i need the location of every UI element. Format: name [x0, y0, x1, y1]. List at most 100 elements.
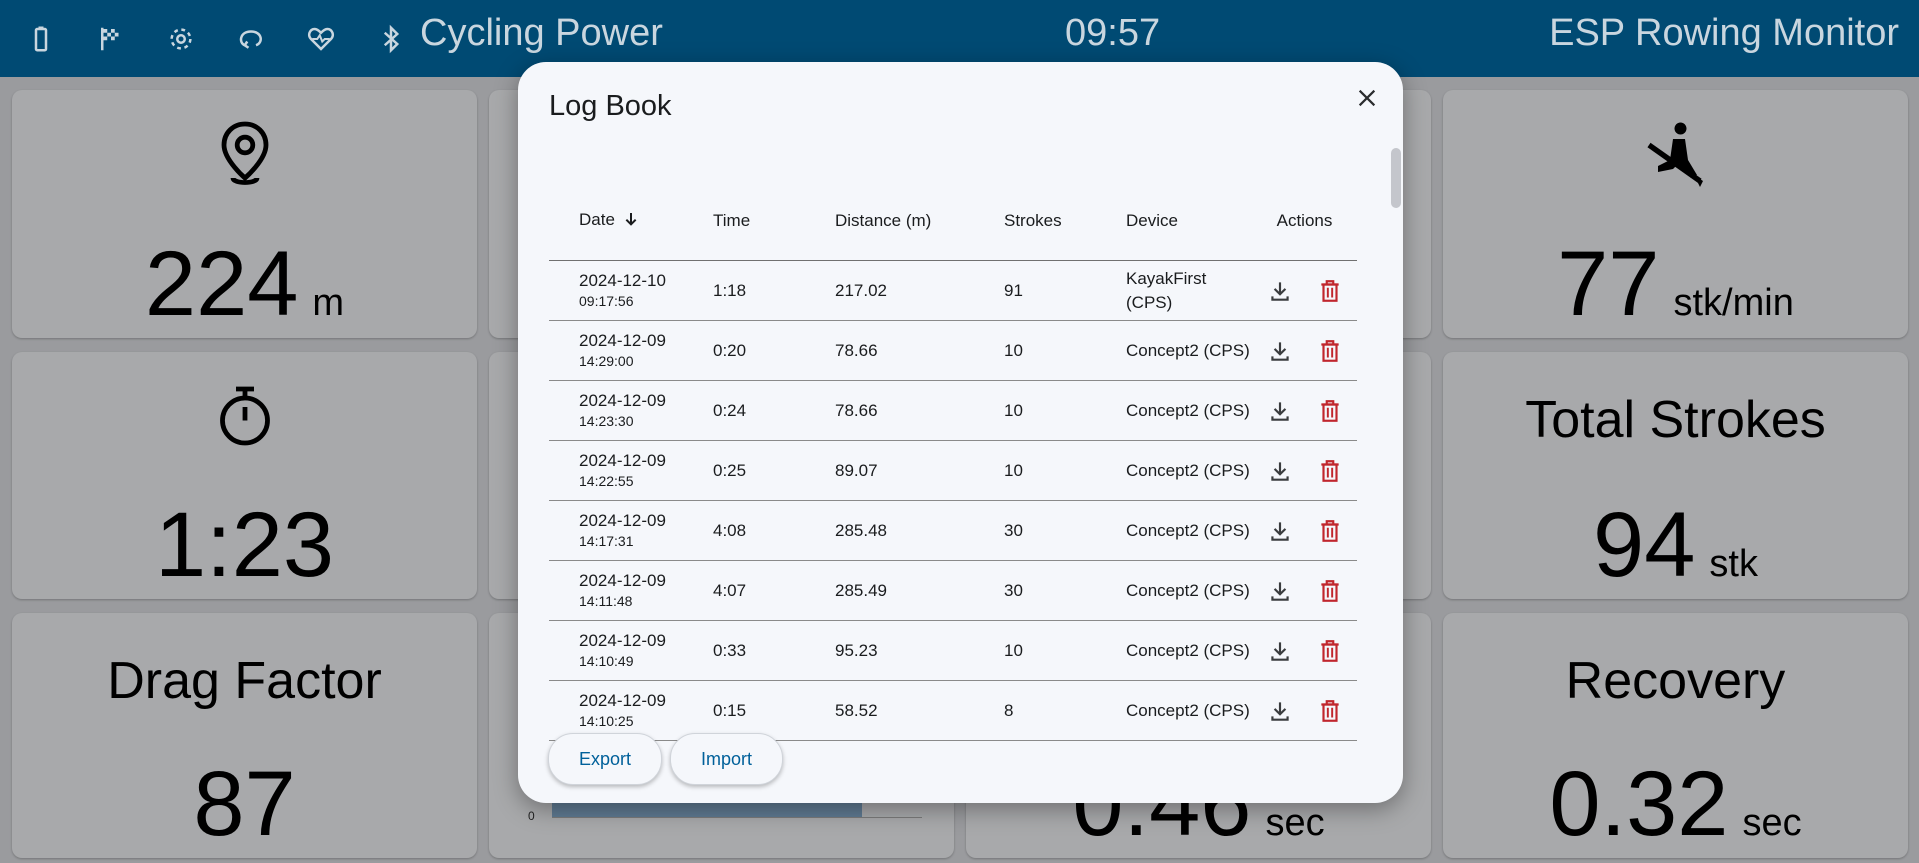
- table-row: 2024-12-09 14:10:25 0:15 58.52 8 Concept2 (CP…: [549, 680, 1357, 741]
- clock-value: 14:11:48: [579, 593, 633, 609]
- cell-time: 0:33: [713, 620, 835, 681]
- cell-distance: 217.02: [835, 260, 1004, 321]
- cell-strokes: 8: [1004, 680, 1126, 741]
- cell-device: Concept2 (CPS): [1126, 680, 1252, 741]
- table-row: 2024-12-09 14:11:48 4:07 285.49 30 Concept2 (…: [549, 560, 1357, 621]
- dialog-title: Log Book: [549, 90, 672, 122]
- download-button[interactable]: [1266, 517, 1294, 545]
- cell-date: 2024-12-09 14:11:48: [549, 560, 713, 621]
- trash-icon: [1321, 279, 1339, 302]
- cell-actions: [1252, 500, 1357, 561]
- loop-icon[interactable]: [232, 20, 270, 58]
- heart-rate-icon[interactable]: [302, 20, 340, 58]
- delete-button[interactable]: [1316, 397, 1344, 425]
- total-strokes-label: Total Strokes: [1525, 391, 1826, 449]
- rower-icon: [1443, 118, 1908, 190]
- download-button[interactable]: [1266, 457, 1294, 485]
- cell-actions: [1252, 680, 1357, 741]
- sort-down-icon[interactable]: [623, 211, 639, 232]
- column-header-actions: Actions: [1252, 182, 1357, 261]
- download-icon: [1271, 341, 1289, 361]
- clock-value: 14:17:31: [579, 533, 634, 549]
- trash-icon: [1321, 579, 1339, 602]
- cell-distance: 285.49: [835, 560, 1004, 621]
- scrollbar[interactable]: [1391, 148, 1401, 208]
- bluetooth-icon[interactable]: [372, 20, 410, 58]
- cell-time: 0:24: [713, 380, 835, 441]
- delete-button[interactable]: [1316, 337, 1344, 365]
- date-value: 2024-12-09: [579, 451, 666, 470]
- logbook-dialog: Log Book Date Time Distance (m) Strokes …: [518, 62, 1403, 803]
- gear-icon[interactable]: [162, 20, 200, 58]
- download-icon: [1271, 521, 1289, 541]
- recovery-label: Recovery: [1565, 652, 1786, 710]
- battery-icon[interactable]: [22, 20, 60, 58]
- cell-date: 2024-12-09 14:17:31: [549, 500, 713, 561]
- download-icon: [1271, 581, 1289, 601]
- cell-distance: 95.23: [835, 620, 1004, 681]
- logbook-table-container[interactable]: Date Time Distance (m) Strokes Device Ac…: [549, 182, 1357, 774]
- cell-date: 2024-12-09 14:22:55: [549, 440, 713, 501]
- column-header-distance[interactable]: Distance (m): [835, 182, 1004, 261]
- column-header-device[interactable]: Device: [1126, 182, 1252, 261]
- trash-icon: [1321, 639, 1339, 662]
- clock-value: 14:22:55: [579, 473, 634, 489]
- cell-actions: [1252, 380, 1357, 441]
- trash-icon: [1321, 459, 1339, 482]
- download-button[interactable]: [1266, 397, 1294, 425]
- cell-time: 4:08: [713, 500, 835, 561]
- download-button[interactable]: [1266, 577, 1294, 605]
- import-button[interactable]: Import: [670, 733, 784, 785]
- mode-label: Cycling Power: [420, 12, 663, 54]
- table-header-row: Date Time Distance (m) Strokes Device Ac…: [549, 182, 1357, 261]
- delete-button[interactable]: [1316, 277, 1344, 305]
- trash-icon: [1321, 519, 1339, 542]
- total-strokes-tile: Total Strokes 94 stk: [1443, 352, 1908, 599]
- delete-button[interactable]: [1316, 697, 1344, 725]
- download-button[interactable]: [1266, 697, 1294, 725]
- date-value: 2024-12-09: [579, 391, 666, 410]
- delete-button[interactable]: [1316, 517, 1344, 545]
- cell-distance: 78.66: [835, 380, 1004, 441]
- cell-date: 2024-12-09 14:10:49: [549, 620, 713, 681]
- download-button[interactable]: [1266, 637, 1294, 665]
- clock-value: 14:29:00: [579, 353, 634, 369]
- device-value: Concept2 (CPS): [1126, 340, 1250, 360]
- trash-icon: [1321, 699, 1339, 722]
- elapsed-time-tile: 1:23: [12, 352, 477, 599]
- trash-icon: [1321, 339, 1339, 362]
- column-header-time[interactable]: Time: [713, 182, 835, 261]
- date-value: 2024-12-09: [579, 631, 666, 650]
- force-axis-zero-label: 0: [528, 809, 535, 823]
- cell-device: Concept2 (CPS): [1126, 500, 1252, 561]
- cell-strokes: 30: [1004, 500, 1126, 561]
- column-header-date[interactable]: Date: [549, 182, 713, 261]
- download-icon: [1271, 461, 1289, 481]
- delete-button[interactable]: [1316, 577, 1344, 605]
- clock-value: 14:10:25: [579, 713, 634, 729]
- cell-strokes: 91: [1004, 260, 1126, 321]
- delete-button[interactable]: [1316, 637, 1344, 665]
- column-header-strokes[interactable]: Strokes: [1004, 182, 1126, 261]
- close-button[interactable]: [1349, 80, 1385, 116]
- cell-device: Concept2 (CPS): [1126, 380, 1252, 441]
- cell-device: Concept2 (CPS): [1126, 620, 1252, 681]
- date-value: 2024-12-09: [579, 571, 666, 590]
- logbook-table: Date Time Distance (m) Strokes Device Ac…: [549, 182, 1357, 741]
- delete-button[interactable]: [1316, 457, 1344, 485]
- flag-icon[interactable]: [92, 20, 130, 58]
- cell-actions: [1252, 440, 1357, 501]
- location-pin-icon: [12, 118, 477, 190]
- table-row: 2024-12-09 14:10:49 0:33 95.23 10 Concept2 (C…: [549, 620, 1357, 681]
- cell-actions: [1252, 320, 1357, 381]
- date-value: 2024-12-09: [579, 511, 666, 530]
- cell-time: 1:18: [713, 260, 835, 321]
- elapsed-time-value: 1:23: [154, 494, 335, 596]
- app-title: ESP Rowing Monitor: [1549, 12, 1899, 54]
- export-button[interactable]: Export: [548, 733, 663, 785]
- download-button[interactable]: [1266, 277, 1294, 305]
- force-axis-line: [552, 817, 922, 818]
- cell-actions: [1252, 260, 1357, 321]
- download-button[interactable]: [1266, 337, 1294, 365]
- cell-strokes: 10: [1004, 320, 1126, 381]
